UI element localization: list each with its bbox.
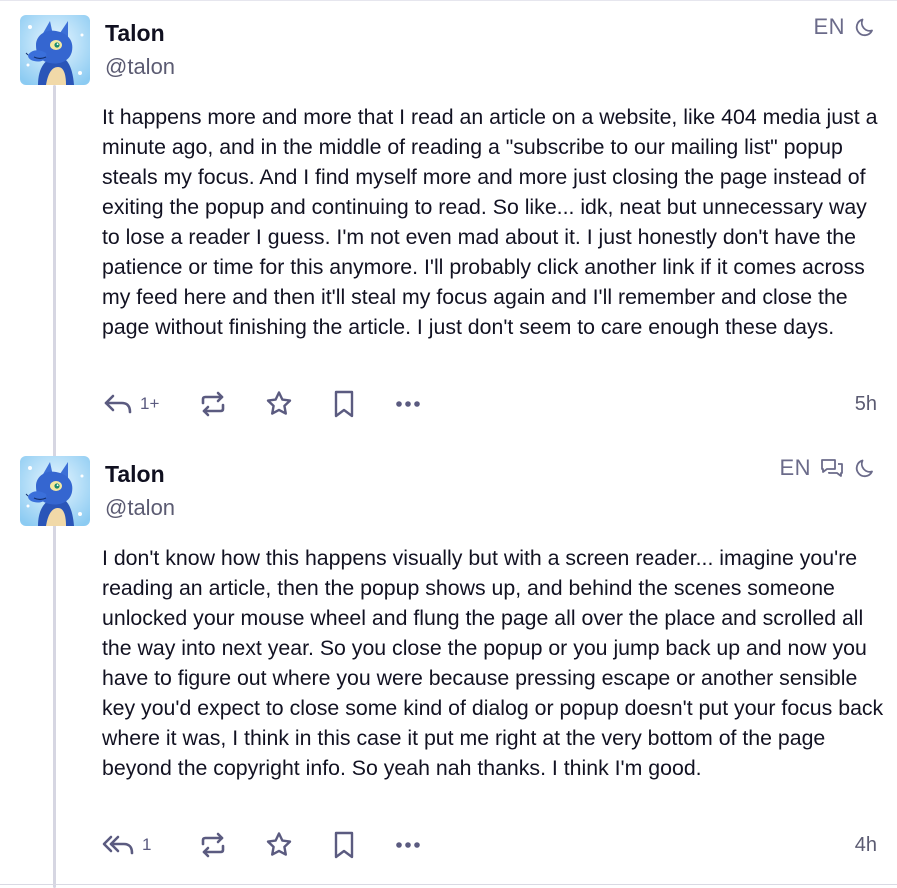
- more-icon: [394, 399, 422, 409]
- more-options-button[interactable]: [394, 399, 422, 409]
- post-meta: EN: [813, 14, 877, 40]
- display-name[interactable]: Talon: [105, 20, 175, 46]
- bookmark-button[interactable]: [330, 389, 358, 419]
- star-icon: [264, 830, 294, 860]
- status-post: Talon @talon EN It happens more and more…: [0, 0, 897, 440]
- post-timestamp[interactable]: 5h: [855, 393, 877, 416]
- reply-all-button[interactable]: 1: [102, 832, 166, 858]
- avatar[interactable]: [20, 456, 90, 526]
- language-label: EN: [813, 14, 845, 39]
- reply-icon: [102, 391, 134, 417]
- more-icon: [394, 840, 422, 850]
- more-options-button[interactable]: [394, 840, 422, 850]
- conversation-icon: [819, 456, 845, 480]
- reply-count: 1: [142, 835, 152, 854]
- boost-icon: [198, 389, 228, 419]
- reply-count: 1+: [140, 394, 160, 413]
- star-icon: [264, 389, 294, 419]
- boost-icon: [198, 830, 228, 860]
- status-post: Talon @talon EN I don't know how this ha…: [0, 441, 897, 884]
- account-handle[interactable]: @talon: [105, 495, 175, 521]
- display-name[interactable]: Talon: [105, 461, 175, 487]
- bookmark-icon: [330, 389, 358, 419]
- avatar[interactable]: [20, 15, 90, 85]
- status-content: I don't know how this happens visually b…: [102, 546, 884, 780]
- bookmark-icon: [330, 830, 358, 860]
- reply-all-icon: [102, 832, 136, 858]
- language-label: EN: [779, 455, 811, 480]
- bookmark-button[interactable]: [330, 830, 358, 860]
- favourite-button[interactable]: [264, 389, 294, 419]
- action-bar: 1+ 5h: [102, 384, 877, 424]
- action-bar: 1 4h: [102, 825, 877, 865]
- moon-icon: [853, 15, 877, 39]
- post-meta: EN: [779, 455, 877, 481]
- boost-button[interactable]: [198, 389, 228, 419]
- post-timestamp[interactable]: 4h: [855, 834, 877, 857]
- bottom-divider: [0, 884, 897, 885]
- reply-button[interactable]: 1+: [102, 391, 166, 417]
- dragon-avatar-icon: [20, 15, 90, 85]
- status-content: It happens more and more that I read an …: [102, 105, 878, 339]
- account-handle[interactable]: @talon: [105, 54, 175, 80]
- moon-icon: [853, 456, 877, 480]
- favourite-button[interactable]: [264, 830, 294, 860]
- dragon-avatar-icon: [20, 456, 90, 526]
- boost-button[interactable]: [198, 830, 228, 860]
